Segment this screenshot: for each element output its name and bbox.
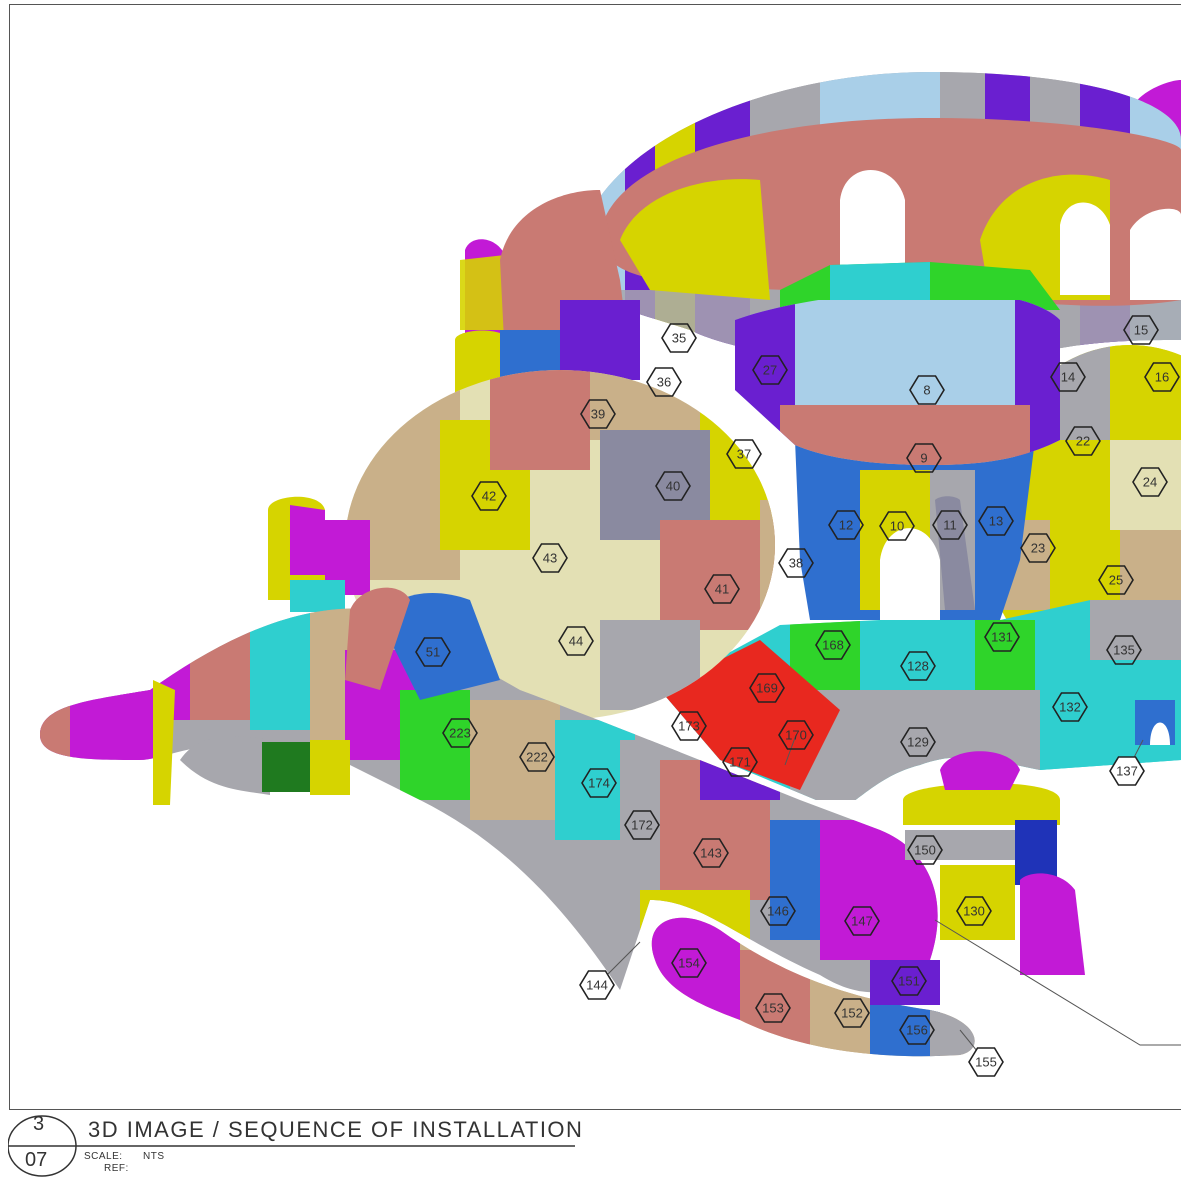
panel-tag-label: 16 (1155, 370, 1169, 385)
panel-tag-155: 155 (968, 1047, 1004, 1077)
panel-tag-label: 35 (672, 331, 686, 346)
panel-tag-label: 51 (426, 645, 440, 660)
panel-tag-label: 15 (1134, 323, 1148, 338)
panel-tag-label: 132 (1059, 700, 1081, 715)
panel-tag-label: 9 (920, 451, 927, 466)
panel-tag-label: 137 (1116, 764, 1138, 779)
panel-tag-label: 131 (991, 630, 1013, 645)
panel-tag-label: 41 (715, 582, 729, 597)
panel-tag-label: 152 (841, 1006, 863, 1021)
panel-tag-label: 14 (1061, 370, 1075, 385)
panel-tag-label: 154 (678, 956, 700, 971)
panel-tag-label: 223 (449, 726, 471, 741)
drawing-title: 3D IMAGE / SEQUENCE OF INSTALLATION (88, 1117, 584, 1142)
panel-tag-137: 137 (1109, 756, 1145, 786)
structure-3d-model: 35 36 27 8 14 15 16 39 37 9 22 24 42 40 12 10 11 13 23 43 38… (40, 72, 1181, 1077)
panel-tag-label: 169 (756, 681, 778, 696)
panel-tag-label: 11 (943, 518, 957, 533)
panel-tag-label: 25 (1109, 573, 1123, 588)
ref-label: REF: (104, 1163, 129, 1174)
panel-tag-label: 43 (543, 551, 557, 566)
panel-tag-label: 22 (1076, 434, 1090, 449)
panel-tag-label: 129 (907, 735, 929, 750)
panel-tag-label: 153 (762, 1001, 784, 1016)
panel-tag-label: 130 (963, 904, 985, 919)
panel-tag-label: 40 (666, 479, 680, 494)
panel-tag-label: 23 (1031, 541, 1045, 556)
detail-number: 3 (33, 1113, 45, 1135)
panel-tag-label: 172 (631, 818, 653, 833)
panel-tag-label: 150 (914, 843, 936, 858)
panel-tag-label: 37 (737, 447, 751, 462)
panel-tag-label: 12 (839, 518, 853, 533)
drawing-sheet: 35 36 27 8 14 15 16 39 37 9 22 24 42 40 12 10 11 13 23 43 38… (0, 0, 1181, 1181)
scale-label: SCALE: (84, 1151, 123, 1162)
panel-tag-label: 144 (586, 978, 608, 993)
panel-tag-label: 222 (526, 750, 548, 765)
panel-tag-label: 39 (591, 407, 605, 422)
panel-tag-label: 8 (923, 383, 930, 398)
panel-tag-label: 44 (569, 634, 583, 649)
panel-tag-label: 128 (907, 659, 929, 674)
sheet-number: 07 (25, 1149, 48, 1171)
scale-value: NTS (143, 1151, 165, 1162)
panel-tag-label: 143 (700, 846, 722, 861)
panel-tag-36: 36 (646, 367, 682, 397)
panel-tag-35: 35 (661, 323, 697, 353)
panel-tag-label: 135 (1113, 643, 1135, 658)
title-block: 3 07 3D IMAGE / SEQUENCE OF INSTALLATION… (8, 1112, 608, 1181)
panel-tag-144: 144 (579, 970, 615, 1000)
panel-tag-label: 146 (767, 904, 789, 919)
panel-tag-label: 10 (890, 519, 904, 534)
panel-tag-label: 24 (1143, 475, 1157, 490)
panel-tag-label: 171 (729, 755, 751, 770)
panel-tag-label: 13 (989, 514, 1003, 529)
panel-tag-label: 147 (851, 914, 873, 929)
panel-tag-label: 27 (763, 363, 777, 378)
panel-tag-label: 151 (898, 974, 920, 989)
panel-tag-label: 155 (975, 1055, 997, 1070)
panel-tag-label: 38 (789, 556, 803, 571)
panel-tag-label: 168 (822, 638, 844, 653)
panel-tag-label: 156 (906, 1023, 928, 1038)
panel-tag-label: 170 (785, 728, 807, 743)
panel-tag-label: 174 (588, 776, 610, 791)
panel-tag-label: 173 (678, 719, 700, 734)
panel-tag-label: 36 (657, 375, 671, 390)
panel-tag-label: 42 (482, 489, 496, 504)
